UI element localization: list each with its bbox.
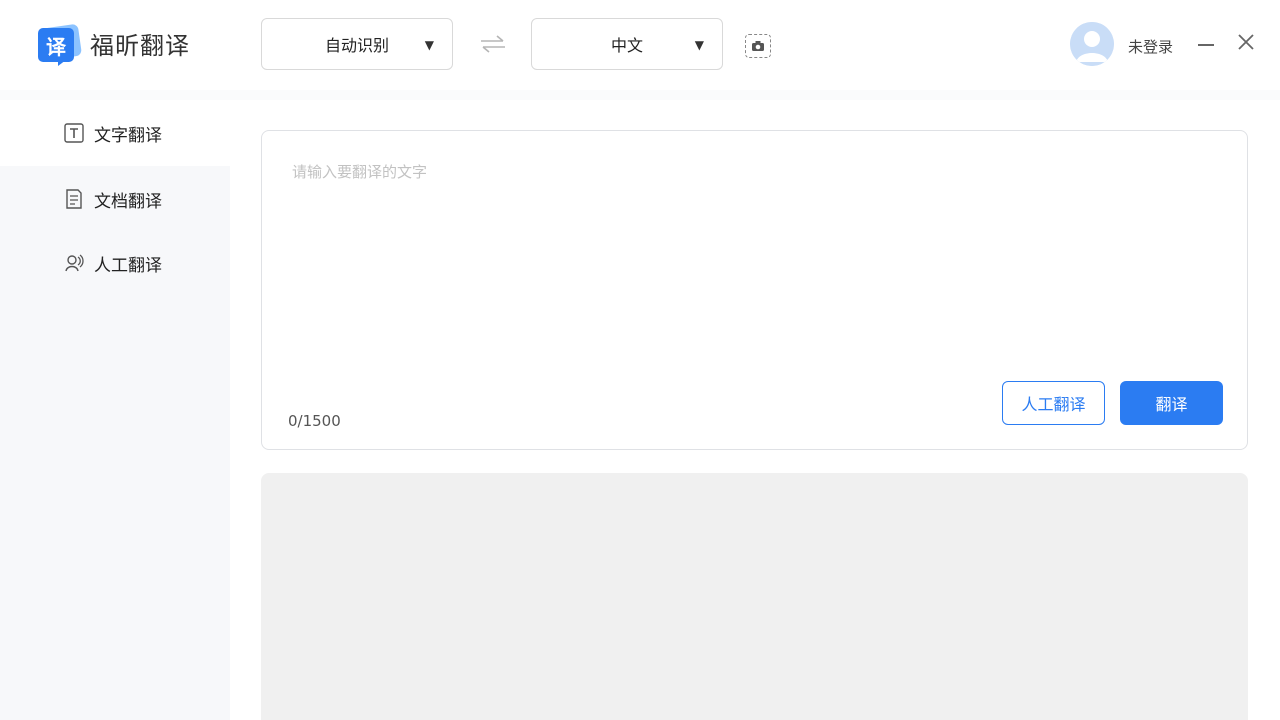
target-language-select[interactable]: 中文 ▼	[531, 18, 723, 70]
source-language-label: 自动识别	[324, 36, 389, 55]
app-window: 译 福昕翻译 自动识别 ▼ 中文 ▼ 未登录 文字翻译 文档翻译 人工翻译 请输…	[0, 0, 1280, 720]
app-name: 福昕翻译	[90, 31, 190, 60]
translate-button[interactable]: 翻译	[1120, 381, 1223, 425]
sidebar-item-text-translate[interactable]: 文字翻译	[0, 100, 230, 166]
logo-icon: 译	[38, 22, 83, 66]
sidebar-item-document-translate[interactable]: 文档翻译	[0, 166, 230, 232]
text-icon	[64, 123, 84, 143]
logo-char: 译	[38, 28, 74, 62]
avatar[interactable]	[1070, 22, 1114, 66]
screenshot-camera-icon[interactable]	[745, 34, 771, 58]
swap-languages-icon[interactable]	[479, 34, 507, 54]
minimize-icon[interactable]	[1198, 44, 1214, 46]
sidebar-item-human-translate[interactable]: 人工翻译	[0, 230, 230, 296]
sidebar: 文字翻译 文档翻译 人工翻译	[0, 100, 230, 720]
document-icon	[64, 189, 84, 209]
close-icon[interactable]	[1236, 32, 1256, 52]
target-language-label: 中文	[610, 36, 643, 55]
sidebar-item-label: 文档翻译	[94, 191, 162, 212]
login-status[interactable]: 未登录	[1128, 36, 1173, 57]
char-count: 0/1500	[288, 412, 341, 430]
result-panel	[261, 473, 1248, 720]
source-text-input[interactable]	[292, 161, 1212, 371]
chevron-down-icon: ▼	[694, 38, 704, 52]
header-bar: 译 福昕翻译 自动识别 ▼ 中文 ▼ 未登录	[0, 0, 1280, 90]
sidebar-item-label: 人工翻译	[94, 255, 162, 276]
chevron-down-icon: ▼	[424, 38, 434, 52]
app-logo: 译 福昕翻译	[38, 22, 190, 66]
sidebar-item-label: 文字翻译	[94, 125, 162, 146]
human-translate-button[interactable]: 人工翻译	[1002, 381, 1105, 425]
input-card: 0/1500 人工翻译 翻译	[261, 130, 1248, 450]
human-translate-icon	[64, 253, 84, 273]
source-language-select[interactable]: 自动识别 ▼	[261, 18, 453, 70]
